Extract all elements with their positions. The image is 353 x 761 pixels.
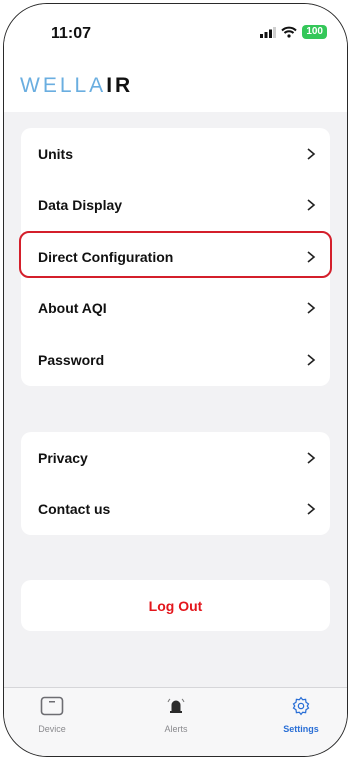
settings-row-direct-configuration[interactable]: Direct Configuration bbox=[21, 231, 330, 283]
status-time: 11:07 bbox=[51, 25, 92, 42]
settings-card-secondary: Privacy Contact us bbox=[21, 432, 330, 535]
device-icon bbox=[40, 696, 64, 716]
chevron-right-icon bbox=[307, 503, 316, 515]
chevron-right-icon bbox=[307, 148, 316, 160]
tab-settings[interactable]: Settings bbox=[261, 696, 341, 734]
settings-row-label: Data Display bbox=[38, 197, 123, 214]
settings-row-label: Privacy bbox=[38, 449, 88, 466]
wellair-logo: WELLAIR bbox=[20, 74, 134, 97]
phone-frame: 11:07 100 WELLAIR Units Data Display Dir… bbox=[3, 3, 348, 757]
tab-bar: Device Alerts Settings bbox=[4, 687, 347, 756]
tab-alerts[interactable]: Alerts bbox=[136, 696, 216, 734]
bell-icon bbox=[167, 698, 185, 713]
logout-card: Log Out bbox=[21, 580, 330, 631]
settings-row-label: Direct Configuration bbox=[38, 248, 174, 265]
settings-card-main: Units Data Display Direct Configuration … bbox=[21, 128, 330, 386]
chevron-right-icon bbox=[307, 199, 316, 211]
chevron-right-icon bbox=[307, 354, 316, 366]
battery-icon: 100 bbox=[302, 25, 327, 39]
signal-icon bbox=[260, 26, 277, 38]
logout-button[interactable]: Log Out bbox=[21, 580, 330, 631]
app-header: WELLAIR bbox=[4, 66, 347, 112]
settings-row-units[interactable]: Units bbox=[21, 128, 330, 180]
chevron-right-icon bbox=[307, 302, 316, 314]
tab-label: Settings bbox=[283, 724, 319, 734]
status-bar: 11:07 100 bbox=[4, 4, 347, 66]
settings-row-about-aqi[interactable]: About AQI bbox=[21, 283, 330, 335]
settings-row-password[interactable]: Password bbox=[21, 334, 330, 386]
status-icons: 100 bbox=[260, 25, 327, 39]
logout-label: Log Out bbox=[148, 597, 203, 614]
wifi-icon bbox=[281, 26, 298, 38]
settings-row-contact-us[interactable]: Contact us bbox=[21, 484, 330, 536]
chevron-right-icon bbox=[307, 251, 316, 263]
tab-label: Alerts bbox=[164, 724, 188, 734]
chevron-right-icon bbox=[307, 452, 316, 464]
settings-row-label: Password bbox=[38, 351, 105, 368]
settings-row-label: Contact us bbox=[38, 501, 111, 518]
gear-icon bbox=[292, 696, 310, 716]
settings-row-label: Units bbox=[38, 145, 73, 162]
settings-row-label: About AQI bbox=[38, 300, 107, 317]
tab-label: Device bbox=[38, 724, 66, 734]
settings-row-data-display[interactable]: Data Display bbox=[21, 180, 330, 232]
tab-device[interactable]: Device bbox=[12, 696, 92, 734]
settings-row-privacy[interactable]: Privacy bbox=[21, 432, 330, 484]
